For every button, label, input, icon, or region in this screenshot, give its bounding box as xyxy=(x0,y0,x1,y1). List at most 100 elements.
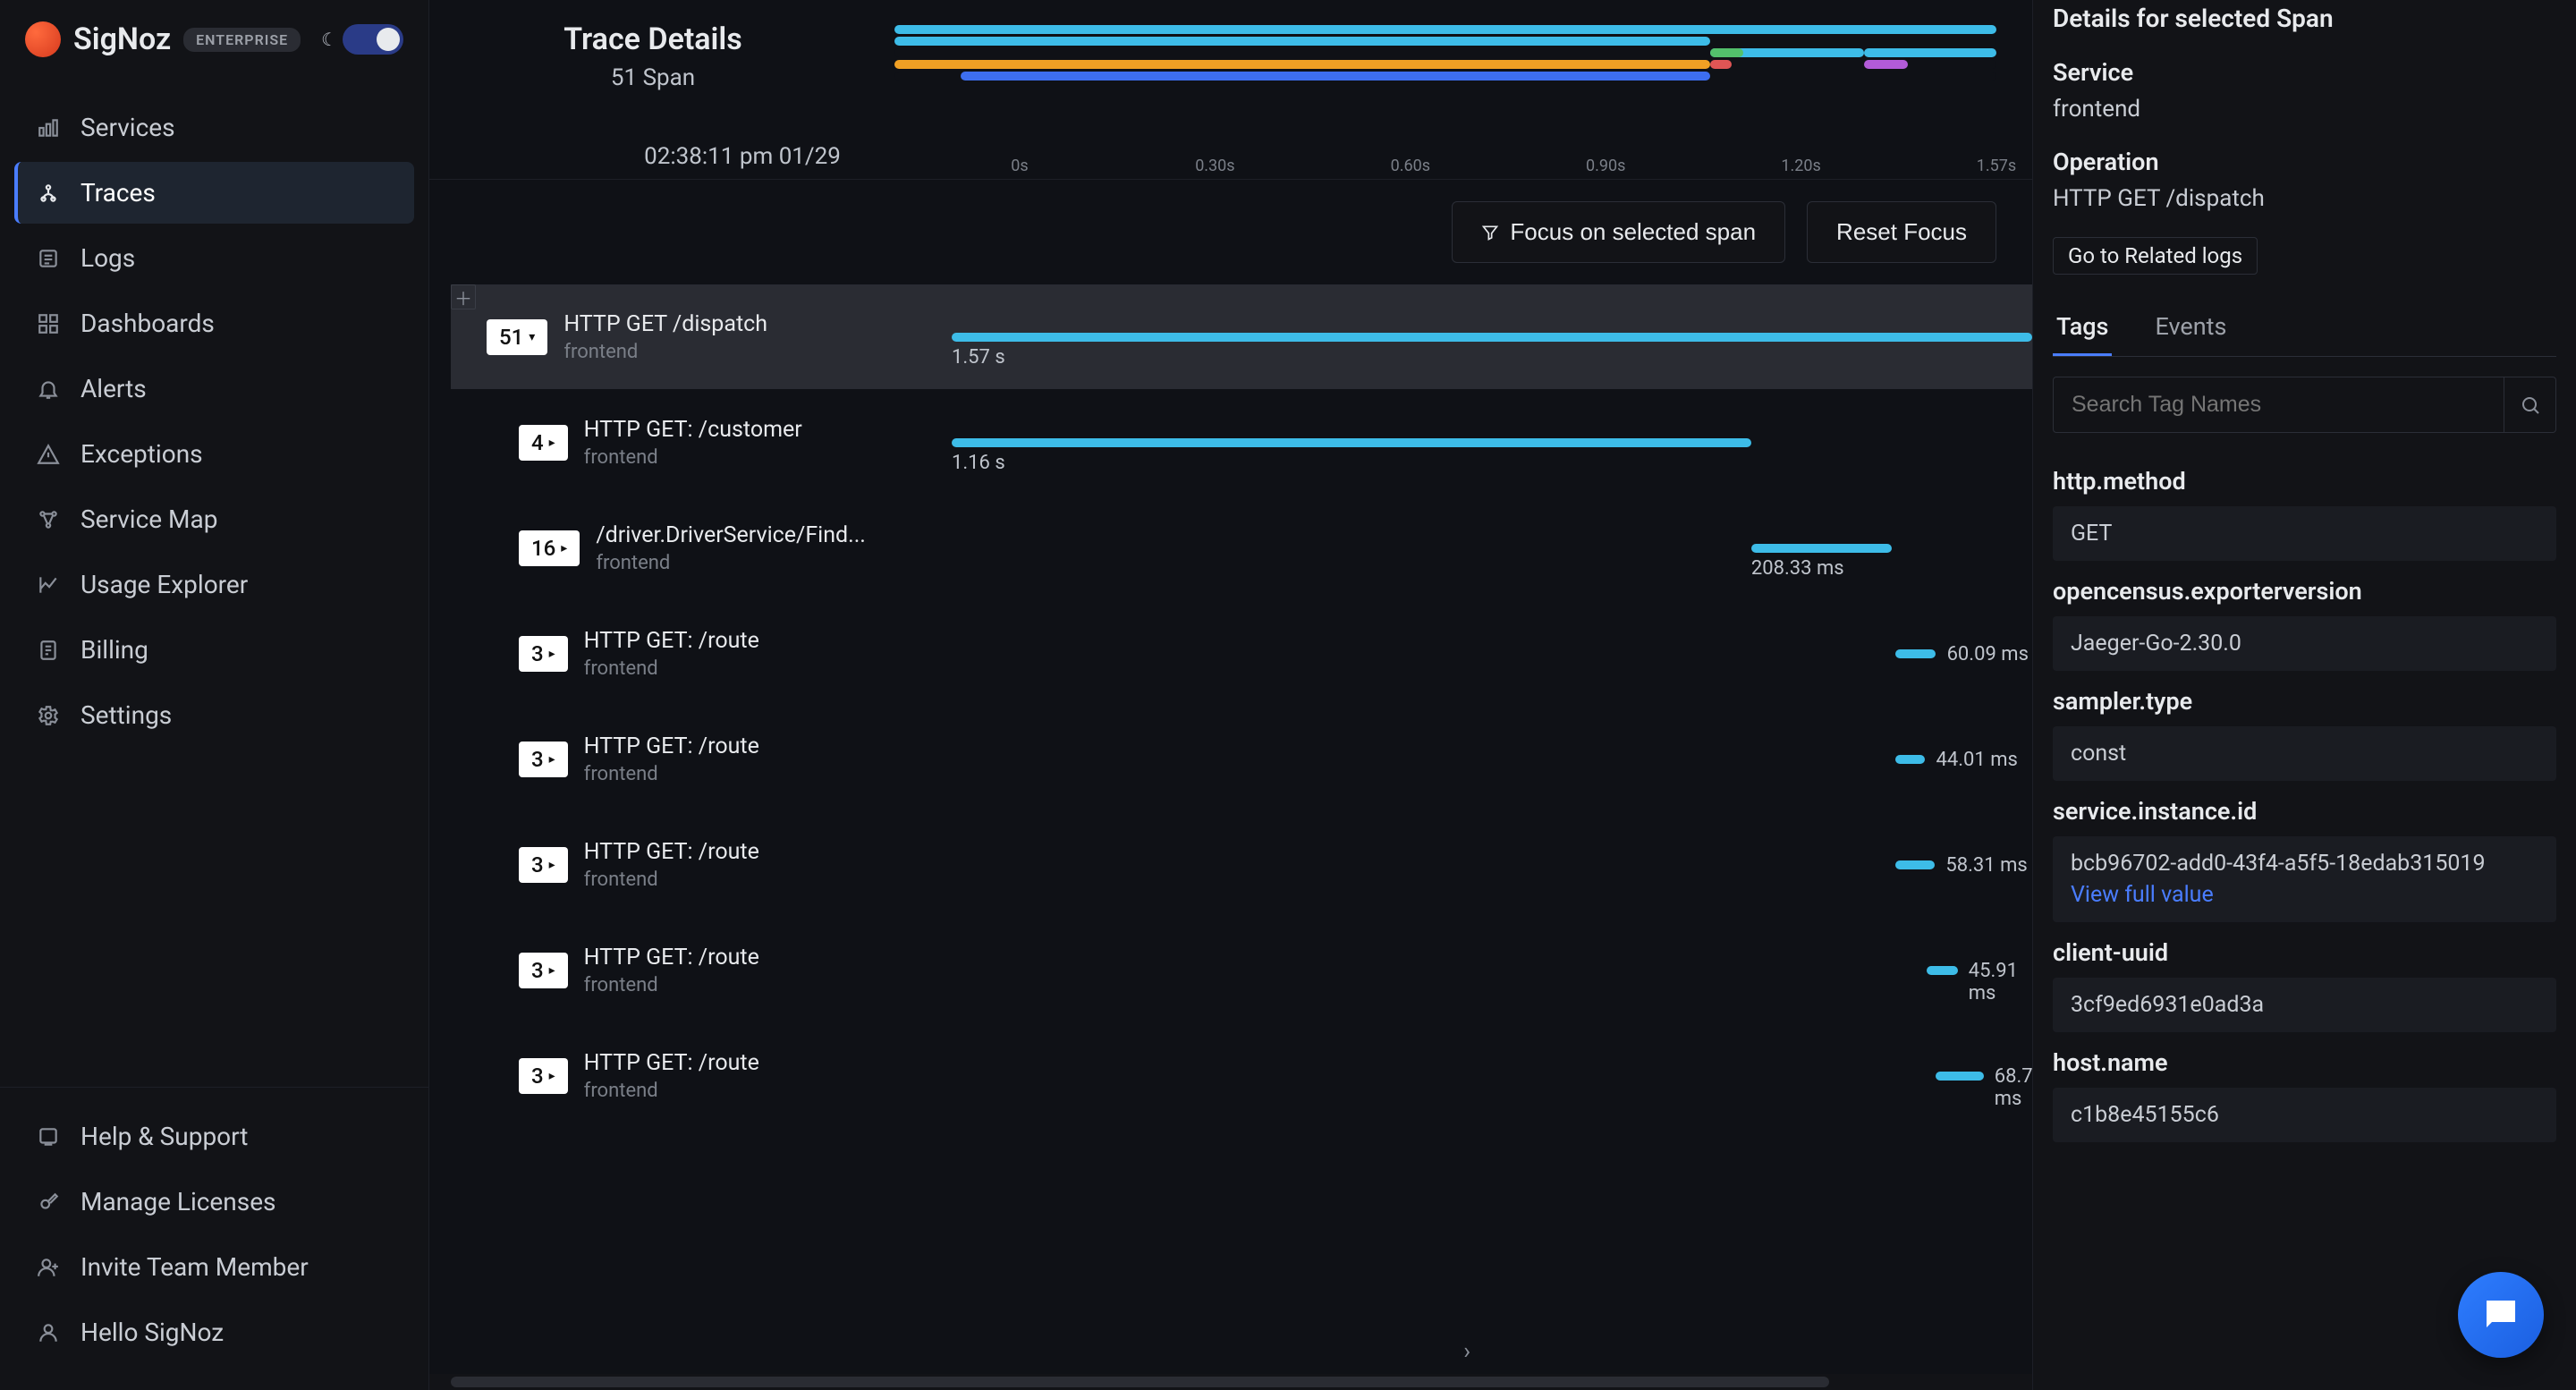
sidebar-item-label: Traces xyxy=(80,178,156,208)
chevron-right-icon[interactable]: › xyxy=(1463,1338,1470,1365)
span-duration: 58.31 ms xyxy=(1945,854,2027,877)
tab-events[interactable]: Events xyxy=(2151,300,2230,356)
span-bar[interactable] xyxy=(1751,544,1892,553)
tag-value-box: 3cf9ed6931e0ad3a xyxy=(2053,978,2556,1032)
span-count-chip[interactable]: 3▸ xyxy=(519,1058,568,1094)
span-op-name: /driver.DriverService/Find... xyxy=(596,522,866,548)
tag-name: sampler.type xyxy=(2053,687,2556,716)
time-tick: 0s xyxy=(1011,157,1028,175)
chevron-right-icon: ▸ xyxy=(549,858,555,872)
span-bar[interactable] xyxy=(952,438,1751,447)
search-icon xyxy=(2520,394,2541,416)
tag-value-box: GET xyxy=(2053,506,2556,561)
tag-value: GET xyxy=(2071,521,2112,547)
span-bar[interactable] xyxy=(952,333,2032,342)
search-button[interactable] xyxy=(2504,377,2556,433)
chip-count: 3 xyxy=(531,852,544,877)
span-bar[interactable] xyxy=(1895,755,1926,764)
reset-focus-button[interactable]: Reset Focus xyxy=(1807,201,1996,263)
tag-value: bcb96702-add0-43f4-a5f5-18edab315019 xyxy=(2071,851,2486,877)
service-value: frontend xyxy=(2053,96,2556,123)
tag-value: 3cf9ed6931e0ad3a xyxy=(2071,992,2264,1018)
service-label: Service xyxy=(2053,58,2556,87)
sidebar-item-hello-signoz[interactable]: Hello SigNoz xyxy=(14,1301,414,1363)
focus-selected-label: Focus on selected span xyxy=(1510,218,1756,246)
span-count-chip[interactable]: 4▸ xyxy=(519,425,568,461)
sidebar-item-manage-licenses[interactable]: Manage Licenses xyxy=(14,1171,414,1233)
sidebar-item-label: Alerts xyxy=(80,374,147,403)
span-row[interactable]: 16▸/driver.DriverService/Find...frontend… xyxy=(451,496,2032,601)
span-count-chip[interactable]: 3▸ xyxy=(519,953,568,988)
span-duration: 1.16 s xyxy=(952,452,1005,474)
span-row[interactable]: 3▸HTTP GET: /routefrontend58.31 ms xyxy=(451,812,2032,918)
span-row[interactable]: 4▸HTTP GET: /customerfrontend1.16 s xyxy=(451,390,2032,496)
span-duration: 45.91 ms xyxy=(1969,960,2032,1004)
span-count-chip[interactable]: 3▸ xyxy=(519,847,568,883)
usage-explorer-icon xyxy=(36,572,61,598)
sidebar-item-invite-team-member[interactable]: Invite Team Member xyxy=(14,1236,414,1298)
chevron-right-icon: ▸ xyxy=(549,436,555,450)
span-row[interactable]: 3▸HTTP GET: /routefrontend60.09 ms xyxy=(451,601,2032,707)
sidebar-item-label: Exceptions xyxy=(80,439,203,469)
sidebar-item-logs[interactable]: Logs xyxy=(14,227,414,289)
expand-all-button[interactable]: ＋ xyxy=(451,284,476,309)
span-service: frontend xyxy=(584,1080,759,1102)
sidebar-item-dashboards[interactable]: Dashboards xyxy=(14,292,414,354)
span-count-chip[interactable]: 51▾ xyxy=(487,319,547,355)
span-op-name: HTTP GET: /route xyxy=(584,839,759,865)
sidebar-item-label: Logs xyxy=(80,243,135,273)
sidebar-item-services[interactable]: Services xyxy=(14,97,414,158)
span-row[interactable]: 3▸HTTP GET: /routefrontend68.70 ms xyxy=(451,1023,2032,1129)
sidebar-item-service-map[interactable]: Service Map xyxy=(14,488,414,550)
hello-signoz-icon xyxy=(36,1320,61,1345)
sidebar-item-usage-explorer[interactable]: Usage Explorer xyxy=(14,554,414,615)
span-row[interactable]: 51▾HTTP GET /dispatchfrontend1.57 s xyxy=(451,284,2032,390)
span-count-chip[interactable]: 3▸ xyxy=(519,742,568,777)
focus-selected-button[interactable]: Focus on selected span xyxy=(1452,201,1785,263)
span-bar[interactable] xyxy=(1895,649,1936,658)
tag-value-box: Jaeger-Go-2.30.0 xyxy=(2053,616,2556,671)
span-row[interactable]: 3▸HTTP GET: /routefrontend45.91 ms xyxy=(451,918,2032,1023)
span-count-chip[interactable]: 16▸ xyxy=(519,530,580,566)
search-tag-input[interactable] xyxy=(2053,377,2504,433)
theme-switch[interactable] xyxy=(343,24,403,55)
span-bar[interactable] xyxy=(1927,966,1958,975)
related-logs-button[interactable]: Go to Related logs xyxy=(2053,237,2258,275)
sidebar-item-label: Settings xyxy=(80,700,172,730)
chip-count: 3 xyxy=(531,641,544,666)
sidebar-item-billing[interactable]: Billing xyxy=(14,619,414,681)
span-service: frontend xyxy=(584,763,759,785)
tag-value-box: c1b8e45155c6 xyxy=(2053,1088,2556,1142)
settings-icon xyxy=(36,703,61,728)
sidebar-item-label: Service Map xyxy=(80,504,217,534)
span-bar[interactable] xyxy=(1936,1072,1983,1081)
time-tick: 1.57s xyxy=(1977,157,2016,175)
time-tick: 1.20s xyxy=(1781,157,1820,175)
services-icon xyxy=(36,115,61,140)
sidebar-item-exceptions[interactable]: Exceptions xyxy=(14,423,414,485)
span-duration: 44.01 ms xyxy=(1936,749,2017,771)
logo xyxy=(25,21,61,57)
span-bar[interactable] xyxy=(1895,860,1936,869)
chat-fab[interactable] xyxy=(2458,1272,2544,1358)
span-count-chip[interactable]: 3▸ xyxy=(519,636,568,672)
tag-value-box: bcb96702-add0-43f4-a5f5-18edab315019 View… xyxy=(2053,836,2556,922)
help-support-icon xyxy=(36,1124,61,1149)
sidebar-item-help-support[interactable]: Help & Support xyxy=(14,1106,414,1167)
dashboards-icon xyxy=(36,311,61,336)
tab-tags[interactable]: Tags xyxy=(2053,300,2112,356)
sidebar-item-traces[interactable]: Traces xyxy=(14,162,414,224)
tag-name: client-uuid xyxy=(2053,938,2556,967)
span-op-name: HTTP GET: /route xyxy=(584,945,759,970)
chevron-down-icon: ▾ xyxy=(529,330,535,344)
sidebar-item-alerts[interactable]: Alerts xyxy=(14,358,414,420)
operation-value: HTTP GET /dispatch xyxy=(2053,185,2556,212)
timestamp: 02:38:11 pm 01/29 xyxy=(465,143,1020,170)
horizontal-scrollbar[interactable] xyxy=(429,1374,2032,1390)
chevron-right-icon: ▸ xyxy=(549,647,555,661)
trace-minimap[interactable] xyxy=(894,21,1996,120)
span-row[interactable]: 3▸HTTP GET: /routefrontend44.01 ms xyxy=(451,707,2032,812)
sidebar-item-settings[interactable]: Settings xyxy=(14,684,414,746)
view-full-value-link[interactable]: View full value xyxy=(2071,882,2214,908)
moon-icon: ☾ xyxy=(321,29,337,50)
